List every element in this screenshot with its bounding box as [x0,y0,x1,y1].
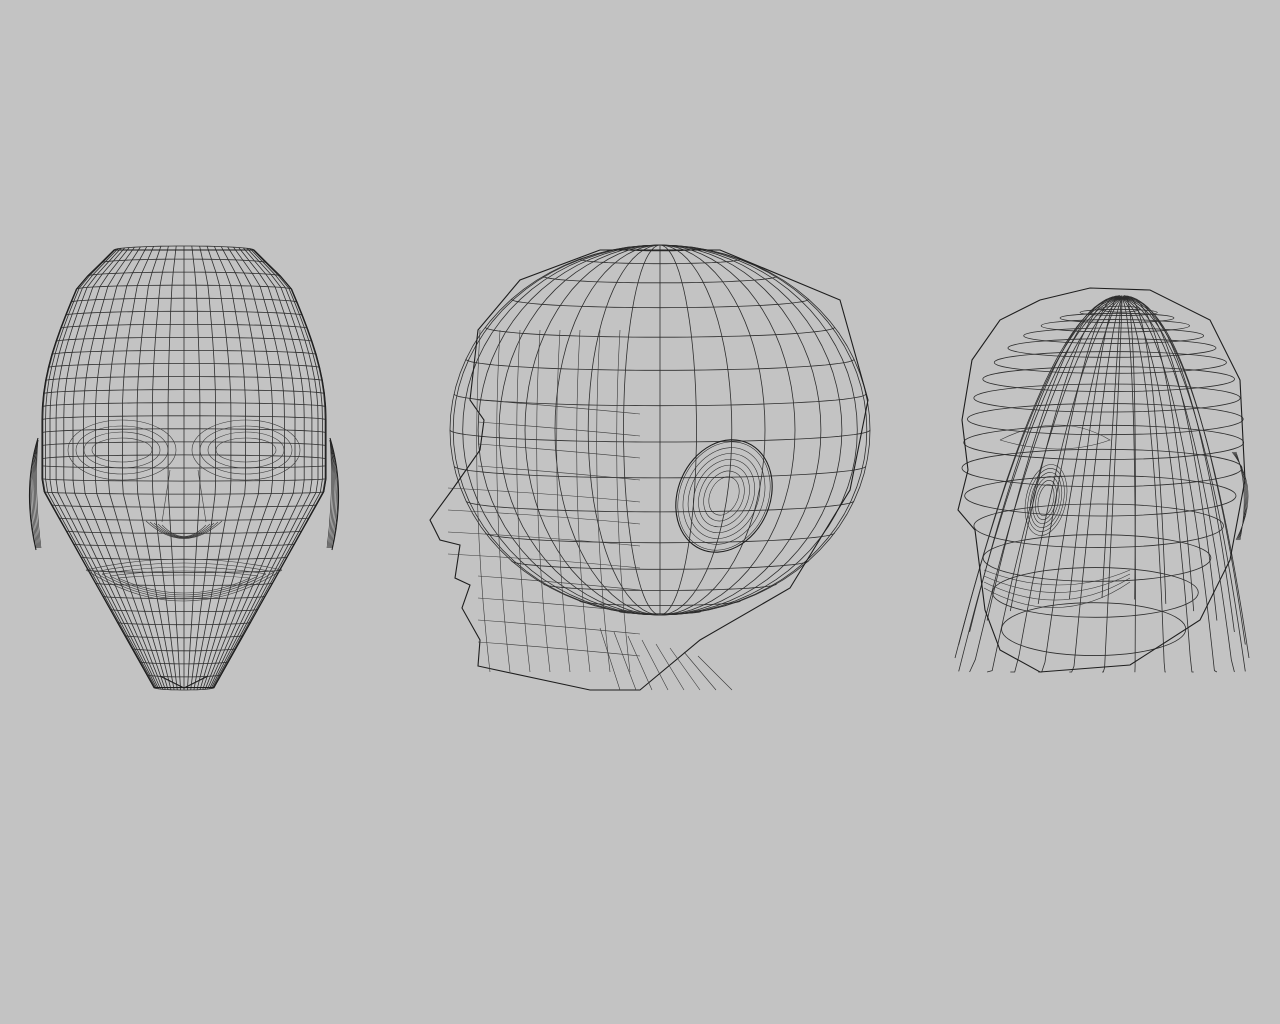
wireframe-scene [0,0,1280,1024]
